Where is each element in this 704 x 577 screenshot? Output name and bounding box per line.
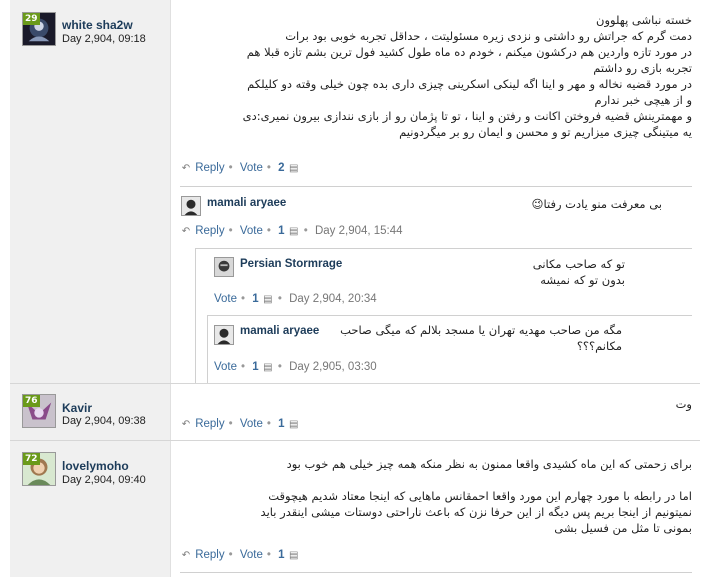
reply-link[interactable]: Reply (195, 162, 224, 174)
comment-line: خسته نباشی پهلوون (596, 13, 692, 27)
vote-link[interactable]: Vote (214, 293, 237, 305)
avatar[interactable] (214, 325, 234, 345)
vote-link[interactable]: Vote (240, 418, 263, 430)
post-author-panel (10, 0, 170, 383)
avatar[interactable]: 29 (22, 12, 56, 46)
comment-line: یه میتینگی چیزی میزاریم تو و محسن و ایما… (399, 125, 692, 139)
comment-line: نمیتونیم از اینجا بریم پس دیگه از این حر… (260, 505, 692, 519)
comment-text: مگه من صاحب مهدیه تهران یا مسجد بلالم که… (330, 322, 622, 354)
comment-text: خسته نباشی پهلوون دمت گرم که جراتش رو دا… (182, 12, 692, 140)
username-link[interactable]: white sha2w (62, 18, 133, 32)
post-date: Day 2,904, 09:38 (62, 415, 146, 427)
comment-actions: ↶ Reply • Vote • 1 ▤ (181, 549, 300, 561)
vote-score: 2 (278, 162, 285, 174)
reply-arrow-icon: ↶ (181, 550, 191, 561)
reply-link[interactable]: Reply (195, 418, 224, 430)
username-link[interactable]: Kavir (62, 401, 92, 415)
level-badge: 76 (23, 395, 40, 407)
comment-actions: ↶ Reply • Vote • 2 ▤ (181, 162, 300, 174)
avatar[interactable] (214, 257, 234, 277)
comment-line: تو که صاحب مکانی (532, 257, 625, 271)
user-avatar-icon (215, 258, 233, 276)
reply-link[interactable]: Reply (195, 549, 224, 561)
comment-line: بدون تو که نمیشه (540, 273, 625, 287)
vote-score: 1 (278, 418, 285, 430)
reply-arrow-icon: ↶ (181, 419, 191, 430)
post-date: Day 2,904, 09:40 (62, 474, 146, 486)
votes-list-icon[interactable]: ▤ (288, 226, 300, 237)
user-avatar-icon (182, 197, 200, 215)
reply-date: Day 2,904, 20:34 (289, 293, 377, 305)
comment-actions: ↶ Reply • Vote • 1 ▤ (181, 418, 300, 430)
comment-line: دمت گرم که جراتش رو داشتی و نزدی زیره مس… (285, 29, 692, 43)
comment-line: تجربه بازی رو داشتم (593, 61, 692, 75)
user-avatar-icon (215, 326, 233, 344)
level-badge: 72 (23, 453, 40, 465)
reply-arrow-icon: ↶ (181, 226, 191, 237)
comment-line: و از هیچی خبر ندارم (594, 93, 693, 107)
username-link[interactable]: Persian Stormrage (240, 258, 342, 270)
comment-line (182, 472, 692, 488)
reply-date: Day 2,904, 15:44 (314, 225, 403, 237)
comment-line: وت (675, 397, 692, 411)
comment-line: برای زحمتی که این ماه کشیدی واقعا ممنون … (286, 457, 692, 471)
vote-score: 1 (252, 293, 259, 305)
avatar[interactable]: 76 (22, 394, 56, 428)
reply-link[interactable]: Reply (195, 225, 224, 237)
vote-score: 1 (278, 549, 285, 561)
votes-list-icon[interactable]: ▤ (262, 294, 274, 305)
vote-link[interactable]: Vote (214, 361, 237, 373)
comment-line: بمونی تا مثل من فسیل بشی (554, 521, 692, 535)
votes-list-icon[interactable]: ▤ (288, 550, 300, 561)
comment-text: بی معرفت منو یادت رفتا😉 (531, 197, 663, 211)
votes-list-icon[interactable]: ▤ (288, 419, 300, 430)
username-link[interactable]: lovelymoho (62, 459, 129, 473)
reply-date: Day 2,905, 03:30 (289, 361, 377, 373)
vote-link[interactable]: Vote (240, 225, 263, 237)
vote-score: 1 (252, 361, 259, 373)
votes-list-icon[interactable]: ▤ (288, 163, 300, 174)
username-link[interactable]: mamali aryaee (207, 197, 286, 209)
comment-actions: Vote • 1 ▤ • Day 2,905, 03:30 (214, 361, 377, 373)
vote-score: 1 (278, 225, 285, 237)
reply-arrow-icon: ↶ (181, 163, 191, 174)
comment-text: تو که صاحب مکانی بدون تو که نمیشه (440, 256, 625, 288)
avatar[interactable] (181, 196, 201, 216)
comment-actions: Vote • 1 ▤ • Day 2,904, 20:34 (214, 293, 377, 305)
vote-link[interactable]: Vote (240, 162, 263, 174)
comment-line: اما در رابطه با مورد چهارم این مورد واقع… (268, 489, 692, 503)
comment-line: مگه من صاحب مهدیه تهران یا مسجد بلالم که… (340, 323, 622, 337)
comment-line: مکانم؟؟؟ (576, 339, 622, 353)
avatar[interactable]: 72 (22, 452, 56, 486)
comment-line: در مورد قضیه نخاله و مهر و اینا اگه لینک… (247, 77, 692, 91)
comment-line: و مهمترینش قضیه فروختن اکانت و رفتن و ای… (242, 109, 692, 123)
comment-text: وت (182, 396, 692, 412)
comment-line: در مورد تازه واردین هم درکشون میکنم ، خو… (246, 45, 692, 59)
level-badge: 29 (23, 13, 40, 25)
post-date: Day 2,904, 09:18 (62, 33, 146, 45)
vote-link[interactable]: Vote (240, 549, 263, 561)
comment-actions: ↶ Reply • Vote • 1 ▤ • Day 2,904, 15:44 (181, 225, 403, 237)
votes-list-icon[interactable]: ▤ (262, 362, 274, 373)
comment-text: برای زحمتی که این ماه کشیدی واقعا ممنون … (182, 456, 692, 536)
username-link[interactable]: mamali aryaee (240, 325, 319, 337)
